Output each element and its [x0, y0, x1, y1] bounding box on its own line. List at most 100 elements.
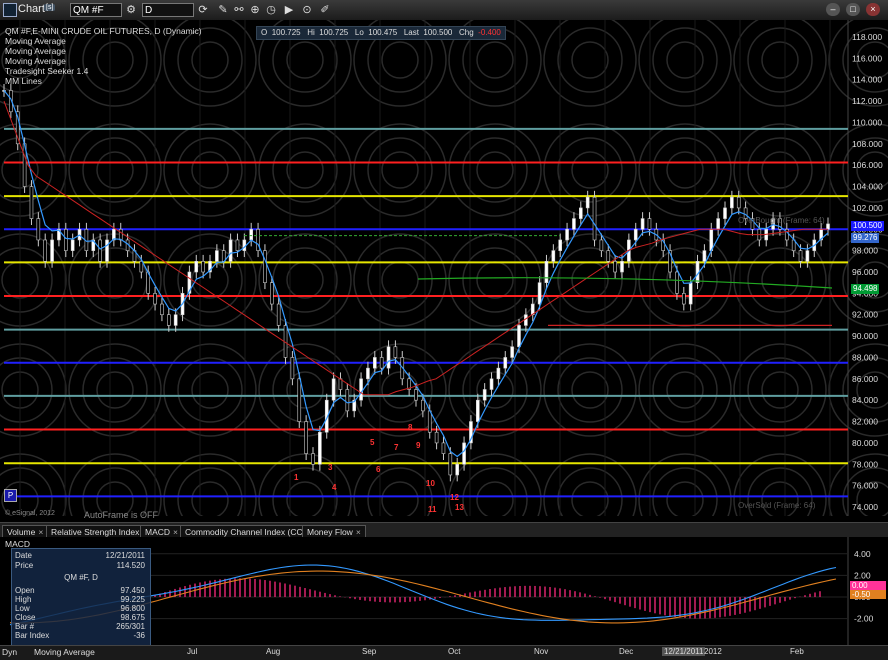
price-axis-label: 112.000 — [852, 96, 882, 106]
price-bar-body — [805, 250, 810, 262]
background-ring — [381, 151, 419, 189]
price-axis-label: 98.000 — [852, 246, 878, 256]
background-ring — [571, 371, 609, 409]
close-icon[interactable]: × — [356, 527, 361, 537]
price-chart[interactable]: 118.000 116.000 114.000 112.000 110.000 108.0… — [0, 13, 888, 547]
background-ring — [462, 357, 528, 423]
background-ring — [652, 467, 718, 533]
price-bar-body — [64, 228, 68, 251]
price-bar-body — [592, 196, 597, 241]
symbol-settings-icon[interactable]: ⚙ — [124, 3, 138, 17]
refresh-icon[interactable]: ⟳ — [196, 3, 210, 17]
ohlc-quote-bar: O 100.725 Hi 100.725 Lo 100.475 Last 100… — [256, 26, 506, 40]
macd-axis-label: -2.00 — [854, 614, 874, 624]
price-bar-body — [167, 314, 171, 326]
background-ring — [177, 357, 243, 423]
price-axis-label: 84.000 — [852, 395, 878, 405]
price-bar-body — [331, 378, 336, 401]
oversold-label: OverSold (Frame: 64) — [738, 501, 816, 510]
background-ring — [747, 137, 813, 203]
x-tick: Jul — [187, 647, 198, 656]
price-bar-body — [723, 207, 727, 219]
background-ring — [286, 151, 324, 189]
tools-icon[interactable]: ⊙ — [300, 3, 314, 17]
seeker-annotation: 1 — [294, 473, 299, 482]
date-value: 12/21/2011 — [105, 551, 145, 560]
price-bar-body — [441, 442, 446, 454]
date-label: Date — [15, 551, 32, 560]
legend-line: Moving Average — [5, 56, 66, 66]
background-ring — [666, 41, 704, 79]
high-label: High — [15, 595, 32, 604]
seeker-annotation: 6 — [376, 465, 381, 474]
background-ring — [381, 371, 419, 409]
price-bar-body — [565, 228, 569, 241]
x-tick-cursor: 12/21/2011 — [662, 647, 706, 656]
macd-axis-label: 4.00 — [854, 549, 871, 559]
price-bar-body — [345, 389, 350, 412]
symbol-input[interactable]: QM #F — [70, 3, 122, 17]
draw-pencil-icon[interactable]: ✎ — [216, 3, 230, 17]
price-bar-body — [276, 303, 281, 326]
background-ring — [476, 151, 514, 189]
price-bar-body — [304, 421, 308, 454]
ma-green-price-tag: 94.498 — [851, 284, 880, 294]
price-bar-body — [544, 261, 549, 283]
price-bar-body — [215, 250, 219, 262]
background-ring — [666, 481, 704, 519]
zoom-icon[interactable]: ⊕ — [248, 3, 262, 17]
clock-icon[interactable]: ◷ — [264, 3, 278, 17]
price-bar-body — [153, 293, 157, 305]
price-bar-body — [249, 228, 253, 241]
price-bar-body — [386, 346, 391, 369]
background-ring — [571, 481, 609, 519]
last-price-tag: 100.500 — [851, 221, 884, 231]
price-bar-body — [675, 271, 679, 294]
data-symbol: QM #F, D — [64, 573, 98, 582]
price-bar-body — [510, 346, 514, 358]
open-value: 100.725 — [271, 28, 301, 37]
eraser-icon[interactable]: ✐ — [318, 3, 332, 17]
background-ring — [761, 481, 799, 519]
legend-line: QM #F,E-MINI CRUDE OIL FUTURES, D (Dynam… — [5, 26, 202, 36]
background-ring — [557, 247, 623, 313]
close-icon[interactable]: × — [38, 527, 43, 537]
price-axis-label: 78.000 — [852, 459, 878, 469]
price-bar-body — [311, 453, 315, 465]
minimize-button[interactable]: – — [826, 3, 840, 16]
price-bar-body — [235, 239, 240, 251]
price-axis-label: 104.000 — [852, 182, 883, 192]
bar-index-value: -36 — [133, 631, 145, 640]
low-label: Low — [15, 604, 30, 613]
price-bar-body — [118, 228, 123, 241]
price-bar-body — [194, 261, 199, 273]
tab-label: Commodity Channel Index (CCI) — [185, 527, 308, 537]
background-ring — [286, 261, 324, 299]
ma-status-label: Moving Average — [34, 647, 95, 657]
legend-line: Tradesight Seeker 1.4 — [5, 66, 89, 76]
price-bar-body — [551, 250, 556, 262]
high-label: Hi — [307, 28, 315, 37]
background-ring — [557, 27, 623, 93]
link-icon[interactable]: ⚯ — [232, 3, 246, 17]
dyn-label[interactable]: Dyn — [2, 647, 17, 657]
close-icon[interactable]: × — [173, 527, 178, 537]
price-axis-label: 82.000 — [852, 417, 878, 427]
price-bar-body — [517, 325, 521, 348]
open-label: O — [261, 28, 268, 37]
interval-input[interactable]: D — [142, 3, 194, 17]
x-tick: Aug — [266, 647, 281, 656]
close-button[interactable]: × — [866, 3, 880, 16]
price-bar-body — [688, 282, 693, 305]
background-ring — [0, 343, 67, 437]
background-ring — [571, 41, 609, 79]
window-badge: [s] — [44, 4, 56, 11]
tab-label: Volume — [7, 527, 36, 537]
price-bar-body — [359, 378, 363, 401]
price-bar-body — [489, 378, 494, 390]
price-axis-label: 118.000 — [852, 32, 882, 42]
p-badge[interactable]: P — [4, 489, 17, 502]
background-ring — [476, 261, 514, 299]
play-icon[interactable]: ▶ — [282, 3, 296, 17]
maximize-button[interactable]: □ — [846, 3, 860, 16]
